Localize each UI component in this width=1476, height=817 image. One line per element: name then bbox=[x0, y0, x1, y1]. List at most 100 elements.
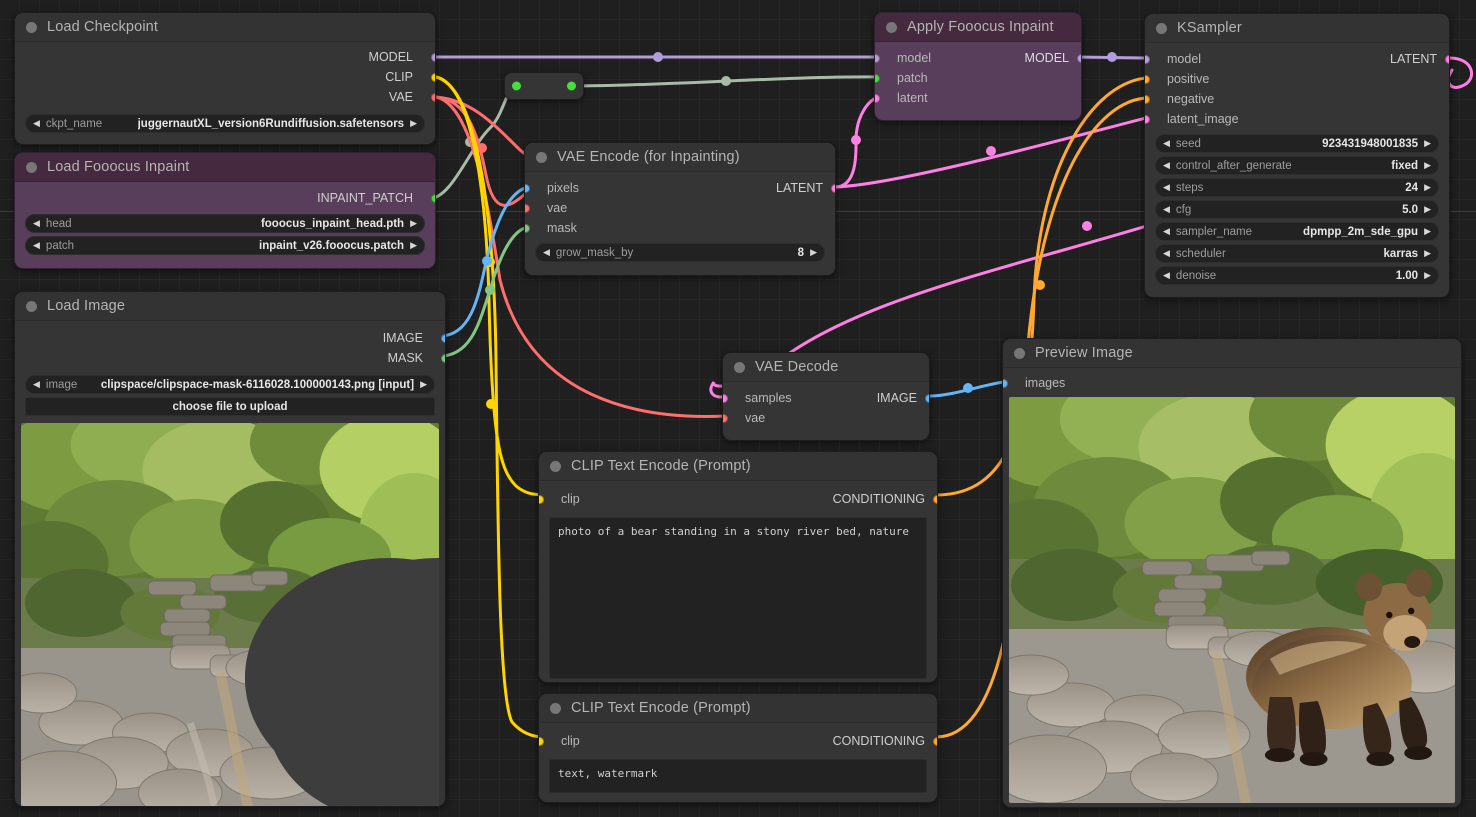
widget-scheduler[interactable]: ◀ scheduler karras ▶ bbox=[1155, 244, 1439, 263]
patch-port-dot[interactable] bbox=[875, 73, 880, 83]
widget-cfg[interactable]: ◀ cfg 5.0 ▶ bbox=[1155, 200, 1439, 219]
latent-port-dot[interactable] bbox=[875, 93, 880, 103]
output-slot-image[interactable]: IMAGE bbox=[15, 328, 445, 348]
right-arrow-icon[interactable]: ▶ bbox=[1424, 183, 1431, 192]
mask-port-dot[interactable] bbox=[525, 223, 530, 233]
pixels-port-dot[interactable] bbox=[525, 183, 530, 193]
image-output-port-dot[interactable] bbox=[924, 393, 929, 403]
left-arrow-icon[interactable]: ◀ bbox=[543, 248, 550, 257]
latent-output-port-dot[interactable] bbox=[1444, 54, 1449, 64]
node-clip-text-encode-positive[interactable]: CLIP Text Encode (Prompt) clip CONDITION… bbox=[538, 451, 938, 683]
clip-port-dot[interactable] bbox=[539, 494, 544, 504]
reroute-output-dot[interactable] bbox=[567, 81, 576, 91]
node-header[interactable]: Apply Fooocus Inpaint bbox=[875, 13, 1081, 42]
input-slot-vae[interactable]: vae bbox=[525, 198, 835, 218]
right-arrow-icon[interactable]: ▶ bbox=[420, 380, 427, 389]
mask-port-dot[interactable] bbox=[440, 353, 445, 363]
widget-grow-mask-by[interactable]: ◀ grow_mask_by 8 ▶ bbox=[535, 243, 825, 262]
left-arrow-icon[interactable]: ◀ bbox=[1163, 161, 1170, 170]
right-arrow-icon[interactable]: ▶ bbox=[1424, 271, 1431, 280]
images-port-dot[interactable] bbox=[1003, 378, 1008, 388]
input-slot-vae[interactable]: vae bbox=[723, 408, 929, 428]
widget-ckpt-name[interactable]: ◀ ckpt_name juggernautXL_version6Rundiff… bbox=[25, 114, 425, 133]
input-slot-model[interactable]: model LATENT bbox=[1145, 49, 1449, 69]
vae-port-dot[interactable] bbox=[525, 203, 530, 213]
widget-head[interactable]: ◀ head fooocus_inpaint_head.pth ▶ bbox=[25, 214, 425, 233]
node-header[interactable]: Load Checkpoint bbox=[15, 13, 435, 42]
choose-file-to-upload-button[interactable]: choose file to upload bbox=[25, 397, 435, 416]
node-load-checkpoint[interactable]: Load Checkpoint MODEL CLIP VAE ◀ ckpt_na… bbox=[14, 12, 436, 145]
widget-sampler-name[interactable]: ◀ sampler_name dpmpp_2m_sde_gpu ▶ bbox=[1155, 222, 1439, 241]
right-arrow-icon[interactable]: ▶ bbox=[810, 248, 817, 257]
node-preview-image[interactable]: Preview Image images bbox=[1002, 338, 1462, 808]
input-slot-latent-image[interactable]: latent_image bbox=[1145, 109, 1449, 129]
reroute-input-dot[interactable] bbox=[512, 81, 521, 91]
node-vae-encode-for-inpainting[interactable]: VAE Encode (for Inpainting) pixels LATEN… bbox=[524, 142, 836, 276]
positive-port-dot[interactable] bbox=[1145, 74, 1150, 84]
output-slot-mask[interactable]: MASK bbox=[15, 348, 445, 368]
collapse-dot-icon[interactable] bbox=[886, 21, 897, 33]
collapse-dot-icon[interactable] bbox=[550, 460, 561, 472]
negative-port-dot[interactable] bbox=[1145, 94, 1150, 104]
input-slot-clip[interactable]: clip CONDITIONING bbox=[539, 489, 937, 509]
input-slot-pixels[interactable]: pixels LATENT bbox=[525, 178, 835, 198]
samples-port-dot[interactable] bbox=[723, 393, 728, 403]
right-arrow-icon[interactable]: ▶ bbox=[410, 241, 417, 250]
widget-denoise[interactable]: ◀ denoise 1.00 ▶ bbox=[1155, 266, 1439, 285]
model-output-port-dot[interactable] bbox=[1076, 53, 1081, 63]
inpaint-patch-port-dot[interactable] bbox=[430, 193, 435, 203]
node-vae-decode[interactable]: VAE Decode samples IMAGE vae bbox=[722, 352, 930, 441]
left-arrow-icon[interactable]: ◀ bbox=[1163, 183, 1170, 192]
node-clip-text-encode-negative[interactable]: CLIP Text Encode (Prompt) clip CONDITION… bbox=[538, 693, 938, 803]
widget-patch[interactable]: ◀ patch inpaint_v26.fooocus.patch ▶ bbox=[25, 236, 425, 255]
node-header[interactable]: Preview Image bbox=[1003, 339, 1461, 368]
node-header[interactable]: KSampler bbox=[1145, 14, 1449, 43]
clip-port-dot[interactable] bbox=[430, 72, 435, 82]
input-slot-images[interactable]: images bbox=[1003, 373, 1461, 393]
model-port-dot[interactable] bbox=[1145, 54, 1150, 64]
output-slot-vae[interactable]: VAE bbox=[15, 87, 435, 107]
collapse-dot-icon[interactable] bbox=[26, 161, 37, 173]
left-arrow-icon[interactable]: ◀ bbox=[1163, 227, 1170, 236]
node-header[interactable]: CLIP Text Encode (Prompt) bbox=[539, 452, 937, 481]
widget-image-file[interactable]: ◀ image clipspace/clipspace-mask-6116028… bbox=[25, 375, 435, 394]
input-slot-clip[interactable]: clip CONDITIONING bbox=[539, 731, 937, 751]
left-arrow-icon[interactable]: ◀ bbox=[33, 119, 40, 128]
comfyui-graph-canvas[interactable]: Load Checkpoint MODEL CLIP VAE ◀ ckpt_na… bbox=[0, 0, 1476, 817]
left-arrow-icon[interactable]: ◀ bbox=[33, 241, 40, 250]
collapse-dot-icon[interactable] bbox=[734, 361, 745, 373]
left-arrow-icon[interactable]: ◀ bbox=[33, 219, 40, 228]
conditioning-output-port-dot[interactable] bbox=[932, 736, 937, 746]
right-arrow-icon[interactable]: ▶ bbox=[1424, 227, 1431, 236]
widget-control-after-generate[interactable]: ◀ control_after_generate fixed ▶ bbox=[1155, 156, 1439, 175]
model-port-dot[interactable] bbox=[430, 52, 435, 62]
left-arrow-icon[interactable]: ◀ bbox=[1163, 205, 1170, 214]
collapse-dot-icon[interactable] bbox=[536, 151, 547, 163]
input-slot-patch[interactable]: patch bbox=[875, 68, 1081, 88]
node-header[interactable]: Load Image bbox=[15, 292, 445, 321]
right-arrow-icon[interactable]: ▶ bbox=[1424, 139, 1431, 148]
input-slot-mask[interactable]: mask bbox=[525, 218, 835, 238]
latent-image-port-dot[interactable] bbox=[1145, 114, 1150, 124]
collapse-dot-icon[interactable] bbox=[1014, 347, 1025, 359]
input-slot-model[interactable]: model MODEL bbox=[875, 48, 1081, 68]
node-apply-fooocus-inpaint[interactable]: Apply Fooocus Inpaint model MODEL patch … bbox=[874, 12, 1082, 121]
right-arrow-icon[interactable]: ▶ bbox=[410, 219, 417, 228]
node-load-fooocus-inpaint[interactable]: Load Fooocus Inpaint INPAINT_PATCH ◀ hea… bbox=[14, 152, 436, 269]
output-slot-inpaint-patch[interactable]: INPAINT_PATCH bbox=[15, 188, 435, 208]
widget-seed[interactable]: ◀ seed 923431948001835 ▶ bbox=[1155, 134, 1439, 153]
left-arrow-icon[interactable]: ◀ bbox=[1163, 271, 1170, 280]
model-port-dot[interactable] bbox=[875, 53, 880, 63]
widget-steps[interactable]: ◀ steps 24 ▶ bbox=[1155, 178, 1439, 197]
input-slot-positive[interactable]: positive bbox=[1145, 69, 1449, 89]
reroute-node[interactable] bbox=[504, 72, 584, 100]
left-arrow-icon[interactable]: ◀ bbox=[33, 380, 40, 389]
latent-port-dot[interactable] bbox=[830, 183, 835, 193]
node-header[interactable]: Load Fooocus Inpaint bbox=[15, 153, 435, 182]
collapse-dot-icon[interactable] bbox=[26, 21, 37, 33]
collapse-dot-icon[interactable] bbox=[1156, 22, 1167, 34]
loaded-image-preview[interactable] bbox=[21, 423, 439, 806]
output-slot-model[interactable]: MODEL bbox=[15, 47, 435, 67]
node-ksampler[interactable]: KSampler model LATENT positive negative … bbox=[1144, 13, 1450, 298]
node-header[interactable]: VAE Decode bbox=[723, 353, 929, 382]
